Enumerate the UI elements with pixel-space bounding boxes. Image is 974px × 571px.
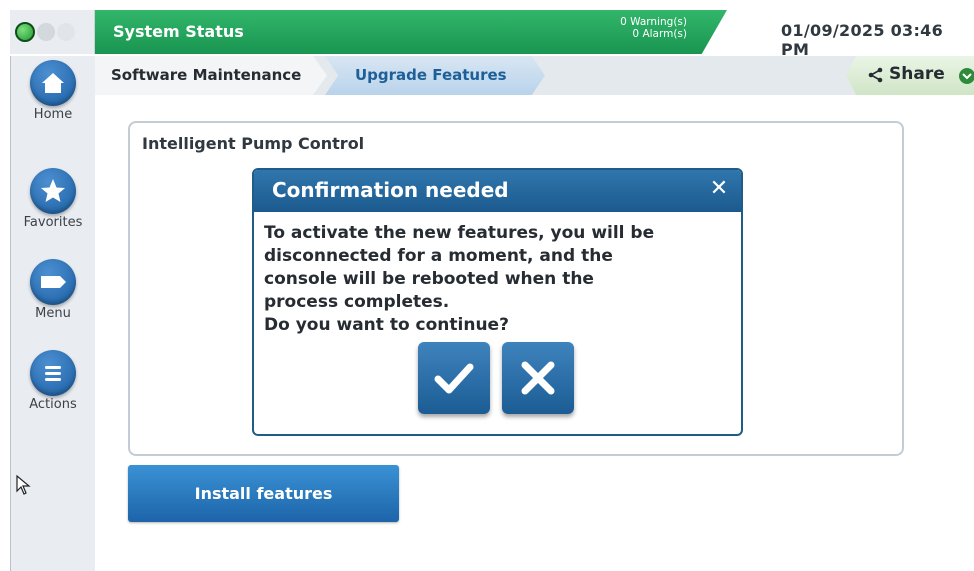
status-light-icon bbox=[37, 23, 55, 41]
dialog-message: To activate the new features, you will b… bbox=[264, 222, 734, 337]
checkmark-icon bbox=[434, 363, 474, 394]
breadcrumb: Software Maintenance Upgrade Features Sh… bbox=[95, 56, 974, 95]
sidebar-item-home[interactable]: Home bbox=[11, 60, 95, 122]
sidebar-item-label: Favorites bbox=[23, 215, 83, 230]
panel-title: Intelligent Pump Control bbox=[142, 134, 365, 153]
system-status-title: System Status bbox=[113, 22, 244, 41]
dialog-header: Confirmation needed ✕ bbox=[254, 170, 741, 212]
top-bar: System Status 0 Warning(s) 0 Alarm(s) 01… bbox=[0, 0, 974, 59]
share-label: Share bbox=[889, 64, 945, 84]
sidebar-item-label: Home bbox=[33, 107, 73, 122]
star-icon bbox=[30, 168, 76, 214]
breadcrumb-label: Software Maintenance bbox=[111, 66, 302, 84]
dialog-message-line: disconnected for a moment, and the bbox=[264, 246, 613, 266]
dialog-message-line: To activate the new features, you will b… bbox=[264, 223, 655, 243]
dialog-message-line: console will be rebooted when the bbox=[264, 269, 594, 289]
sidebar-item-actions[interactable]: Actions bbox=[11, 350, 95, 412]
dialog-message-line: Do you want to continue? bbox=[264, 315, 509, 335]
home-icon bbox=[30, 60, 76, 106]
dialog-message-line: process completes. bbox=[264, 292, 450, 312]
sidebar-item-label: Actions bbox=[29, 397, 77, 412]
confirm-button[interactable] bbox=[418, 342, 490, 414]
status-indicator-panel bbox=[10, 10, 95, 54]
alert-counts: 0 Warning(s) 0 Alarm(s) bbox=[620, 16, 687, 40]
alarm-count: 0 Alarm(s) bbox=[632, 28, 687, 40]
close-icon[interactable]: ✕ bbox=[707, 176, 731, 204]
status-light-icon bbox=[57, 23, 75, 41]
breadcrumb-label: Upgrade Features bbox=[355, 66, 507, 84]
confirmation-dialog: Confirmation needed ✕ To activate the ne… bbox=[252, 168, 743, 436]
actions-icon bbox=[30, 350, 76, 396]
share-icon bbox=[868, 67, 883, 83]
status-ok-light-icon bbox=[15, 22, 35, 42]
system-status-bar[interactable]: System Status 0 Warning(s) 0 Alarm(s) bbox=[95, 10, 727, 54]
warning-count: 0 Warning(s) bbox=[620, 16, 687, 28]
install-features-button[interactable]: Install features bbox=[128, 465, 399, 522]
breadcrumb-software-maintenance[interactable]: Software Maintenance bbox=[95, 56, 327, 95]
menu-icon bbox=[30, 259, 76, 305]
sidebar-item-label: Menu bbox=[35, 306, 71, 321]
share-button[interactable]: Share bbox=[846, 56, 974, 95]
cancel-button[interactable] bbox=[502, 342, 574, 414]
mouse-cursor-icon bbox=[16, 475, 31, 495]
breadcrumb-upgrade-features[interactable]: Upgrade Features bbox=[325, 56, 545, 95]
sidebar-item-favorites[interactable]: Favorites bbox=[11, 168, 95, 230]
dialog-title: Confirmation needed bbox=[272, 178, 509, 202]
x-icon bbox=[521, 361, 555, 395]
chevron-down-icon bbox=[959, 68, 974, 84]
date-time: 01/09/2025 03:46 PM bbox=[781, 21, 944, 59]
sidebar-item-menu[interactable]: Menu bbox=[11, 259, 95, 321]
